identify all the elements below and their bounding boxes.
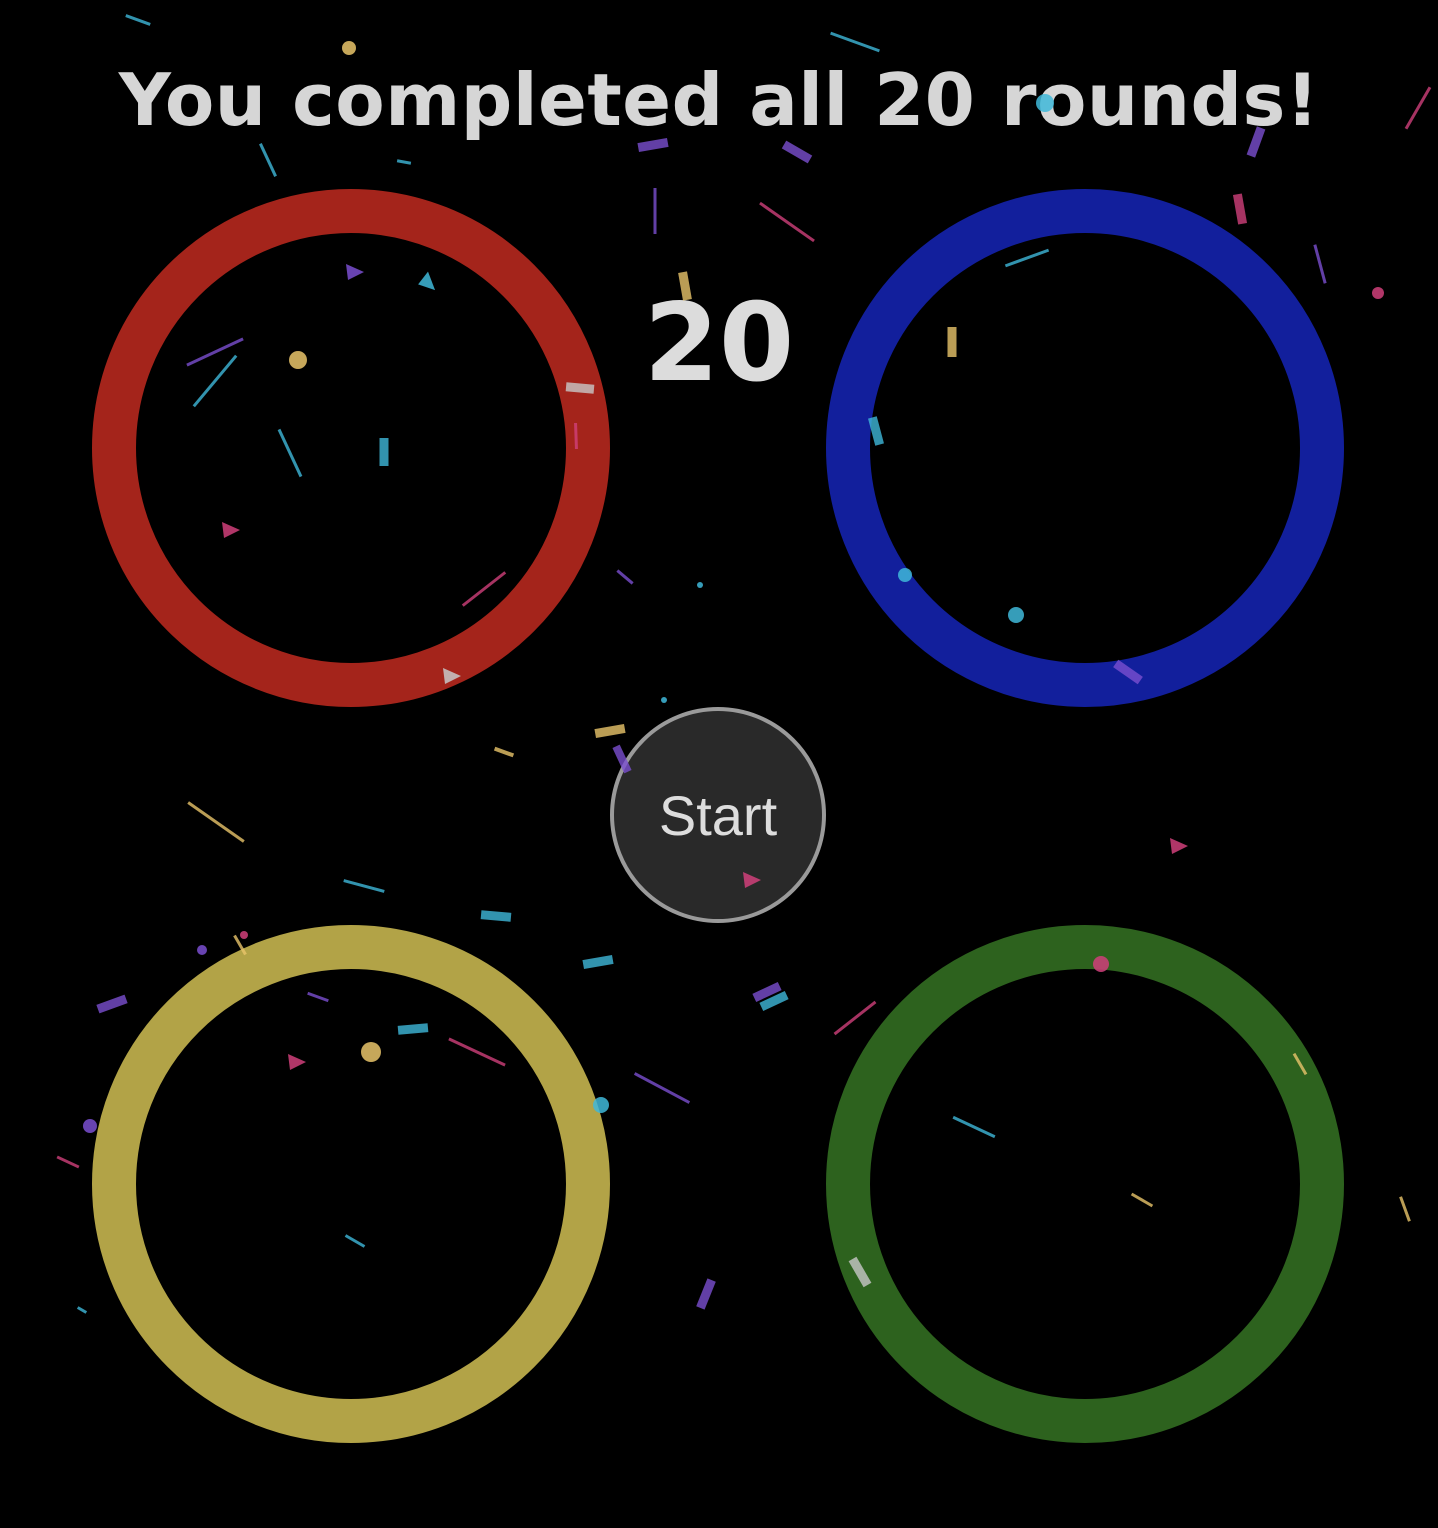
confetti-strip [1313, 244, 1327, 284]
game-board: You completed all 20 rounds! 20 Start [0, 0, 1438, 1528]
confetti-strip [396, 159, 412, 165]
confetti-dot [697, 582, 703, 588]
confetti-strip [187, 801, 245, 843]
confetti-strip [830, 31, 880, 53]
confetti-strip [752, 982, 782, 1002]
confetti-strip [653, 188, 657, 234]
confetti-triangle [1170, 838, 1188, 854]
confetti-strip [696, 1278, 716, 1310]
confetti-dot [83, 1119, 97, 1133]
confetti-strip [56, 1155, 80, 1169]
confetti-strip [582, 954, 614, 970]
yellow-pad[interactable] [92, 925, 610, 1443]
confetti-dot [197, 945, 207, 955]
confetti-strip [76, 1306, 88, 1314]
confetti-strip [759, 991, 789, 1011]
blue-pad[interactable] [826, 189, 1344, 707]
confetti-strip [833, 1000, 877, 1036]
round-counter: 20 [643, 281, 795, 406]
confetti-dot [240, 931, 248, 939]
confetti-strip [594, 723, 626, 739]
confetti-strip [493, 746, 515, 758]
confetti-strip [125, 14, 151, 26]
confetti-strip [633, 1072, 691, 1104]
confetti-dot [661, 697, 667, 703]
start-button[interactable]: Start [610, 707, 826, 923]
confetti-strip [259, 143, 277, 177]
green-pad[interactable] [826, 925, 1344, 1443]
confetti-dot [1372, 287, 1384, 299]
red-pad[interactable] [92, 189, 610, 707]
confetti-strip [1232, 193, 1248, 225]
confetti-strip [96, 994, 128, 1014]
confetti-strip [343, 879, 385, 893]
confetti-strip [1399, 1196, 1411, 1222]
confetti-strip [616, 569, 634, 585]
completion-message: You completed all 20 rounds! [118, 58, 1320, 142]
confetti-strip [759, 201, 815, 243]
confetti-strip [480, 910, 512, 922]
